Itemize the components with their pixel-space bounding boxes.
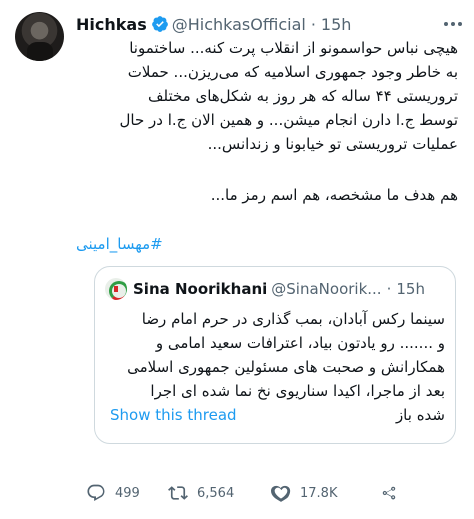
quoted-author-name: Sina Noorikhani — [133, 280, 268, 298]
like-button[interactable]: 17.8K — [271, 483, 379, 503]
author-name[interactable]: Hichkas — [76, 15, 147, 34]
verified-badge-icon — [151, 16, 168, 32]
tweet-text-line: هم هدف ما مشخصه، هم اسم رمز ما... — [210, 186, 458, 204]
separator-dot: · — [310, 14, 316, 34]
quoted-tweet-header: Sina Noorikhani @SinaNoorik... · 15h — [105, 277, 445, 301]
author-handle[interactable]: @HichkasOfficial — [172, 15, 306, 34]
tweet-header: Hichkas @HichkasOfficial · 15h — [76, 11, 462, 37]
separator-dot: · — [386, 280, 392, 298]
hashtag-link[interactable]: #مهسا_امینی — [76, 232, 458, 256]
quoted-author-handle: @SinaNoorik... — [271, 280, 382, 298]
more-options-icon[interactable] — [444, 14, 462, 34]
quoted-tweet-timestamp: 15h — [396, 280, 425, 298]
reply-icon — [87, 484, 105, 501]
tweet-timestamp[interactable]: 15h — [321, 15, 352, 34]
quoted-tweet[interactable]: Sina Noorikhani @SinaNoorik... · 15h سین… — [94, 266, 456, 444]
author-avatar[interactable] — [15, 12, 64, 61]
retweet-icon — [168, 486, 188, 500]
retweet-count: 6,564 — [197, 485, 235, 501]
quoted-author-avatar — [105, 278, 127, 300]
tweet-actions: 499 6,564 17.8K — [86, 481, 454, 505]
retweet-button[interactable]: 6,564 — [168, 483, 271, 503]
reply-count: 499 — [115, 485, 140, 501]
share-button[interactable] — [379, 483, 408, 503]
like-icon — [271, 485, 291, 502]
tweet-text: هیچی نباس حواسمونو از انقلاب پرت کنه... … — [119, 39, 458, 153]
share-icon — [382, 486, 396, 500]
like-count: 17.8K — [300, 485, 338, 501]
show-thread-link[interactable]: Show this thread — [110, 406, 237, 424]
reply-button[interactable]: 499 — [86, 483, 168, 503]
